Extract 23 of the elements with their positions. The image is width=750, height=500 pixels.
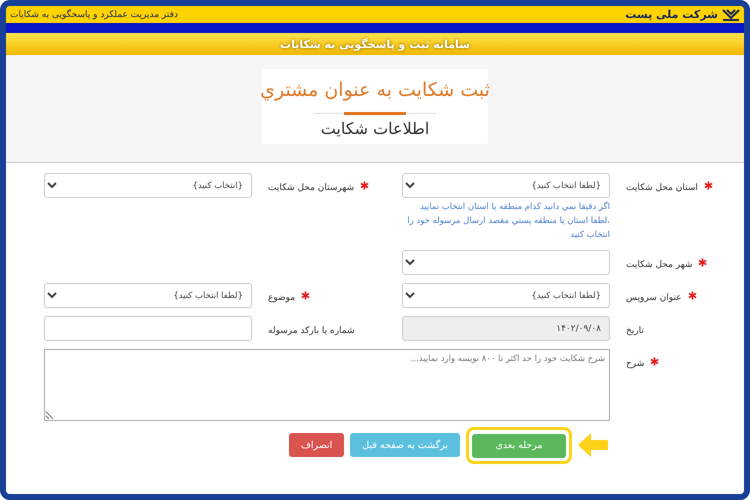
- text-field[interactable]: [44, 316, 252, 341]
- field-label: عنوان سرویس: [626, 292, 682, 305]
- field-label: موضوع: [268, 292, 296, 305]
- form-button[interactable]: انصراف: [289, 433, 344, 458]
- dropdown[interactable]: {لطفا انتخاب کنید}: [44, 283, 252, 308]
- company-name: شرکت ملی پست: [625, 8, 740, 22]
- field-label: شهرستان محل شکایت: [268, 182, 354, 195]
- field-label: شهر محل شکایت: [626, 259, 692, 272]
- office-name: دفتر مدیریت عملکرد و پاسخگویی به شکایات: [10, 10, 178, 20]
- system-title: سامانه ثبت و پاسخگویی به شکایات: [280, 38, 470, 50]
- section-title: اطلاعات شکايت: [320, 119, 430, 138]
- dropdown[interactable]: {لطفا انتخاب کنید}: [402, 283, 610, 308]
- field-label: تاریخ: [626, 325, 644, 338]
- field-label: استان محل شکایت: [626, 182, 698, 195]
- dropdown[interactable]: {انتخاب کنید}: [44, 173, 252, 198]
- logo-icon: [722, 8, 740, 22]
- dropdown[interactable]: [402, 250, 610, 275]
- field-label: شرح: [626, 358, 644, 371]
- hint-text: اگر دقيقا نمي دانيد کدام منطقه يا استان انتخاب نماييد ،لطفا استان يا منطقه پستي مقصد ارسال مرسوله خود را انتخاب کنيد: [406, 200, 610, 242]
- page-title: ثبت شکايت به عنوان مشتري: [260, 79, 490, 101]
- field-label: شماره یا بارکد مرسوله: [268, 325, 355, 338]
- dropdown[interactable]: {لطفا انتخاب کنید}: [402, 173, 610, 198]
- description-field[interactable]: شرح شکایت خود را حد اکثر تا ۸۰۰ نویسه وارد نمایید...: [44, 349, 610, 421]
